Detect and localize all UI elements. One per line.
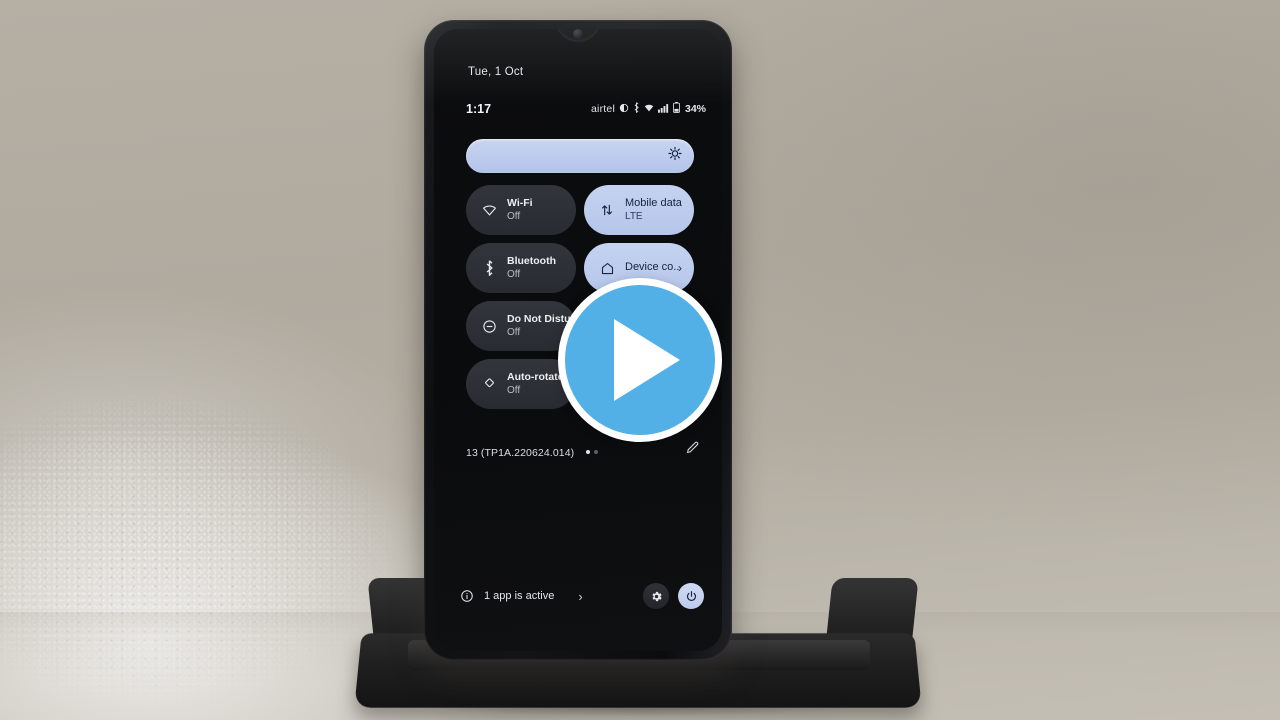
tile-title: Bluetooth <box>507 254 556 267</box>
tile-title: Auto-rotate <box>507 370 564 383</box>
chevron-right-icon[interactable]: › <box>578 589 582 604</box>
tile-labels: Bluetooth Off <box>507 255 556 281</box>
page-dot[interactable] <box>593 450 598 454</box>
page-dot-active[interactable] <box>585 450 590 454</box>
video-frame: Tue, 1 Oct 1:17 airtel 34% Wi-Fi Off Mob… <box>0 0 1280 720</box>
mobile-data-icon <box>598 203 616 217</box>
tile-state: LTE <box>625 211 643 223</box>
tile-title: Device co.. <box>625 261 680 274</box>
tile-state: Off <box>507 211 521 223</box>
bluetooth-icon <box>633 102 640 116</box>
battery-icon <box>673 102 680 116</box>
settings-button[interactable] <box>643 583 669 609</box>
tile-labels: Wi-Fi Off <box>507 197 533 223</box>
tile-bluetooth[interactable]: Bluetooth Off <box>466 243 576 293</box>
tile-labels: Device co.. <box>625 261 679 275</box>
tile-state: Off <box>507 269 521 281</box>
brightness-slider[interactable] <box>466 139 694 173</box>
info-icon <box>460 589 474 603</box>
clock-label: 1:17 <box>466 102 492 116</box>
cellular-signal-icon <box>657 103 669 116</box>
power-button[interactable] <box>678 583 704 609</box>
wifi-icon <box>480 203 498 218</box>
auto-rotate-icon <box>480 377 498 392</box>
chevron-right-icon[interactable]: › <box>678 261 682 275</box>
gear-icon <box>650 590 663 603</box>
power-icon <box>685 590 698 603</box>
battery-percent-label: 34% <box>684 103 706 115</box>
home-icon <box>598 261 616 276</box>
pencil-icon[interactable] <box>685 440 700 460</box>
tile-labels: Mobile data LTE <box>625 197 682 224</box>
brightness-icon <box>668 146 682 166</box>
tile-title: Wi-Fi <box>507 196 533 209</box>
vibrate-icon <box>619 103 629 116</box>
carrier-label: airtel <box>591 103 615 115</box>
qs-footer: 13 (TP1A.220624.014) <box>466 440 700 463</box>
qs-bottom-bar: 1 app is active › <box>460 579 704 613</box>
play-icon <box>614 319 680 401</box>
tile-state: Off <box>507 385 521 397</box>
page-indicator <box>585 450 598 454</box>
do-not-disturb-icon <box>480 319 498 334</box>
play-button-overlay[interactable] <box>558 278 722 442</box>
tile-mobile-data[interactable]: Mobile data LTE <box>584 185 694 235</box>
status-icons-group: airtel 34% <box>591 102 706 116</box>
tile-row: Wi-Fi Off Mobile data LTE <box>466 185 694 235</box>
status-bar: 1:17 airtel 34% <box>466 102 706 118</box>
active-apps-label[interactable]: 1 app is active <box>484 590 554 602</box>
tile-title: Mobile data <box>625 196 682 209</box>
tile-labels: Auto-rotate Off <box>507 371 564 397</box>
wifi-signal-icon <box>644 103 654 116</box>
tile-wifi[interactable]: Wi-Fi Off <box>466 185 576 235</box>
build-number-label: 13 (TP1A.220624.014) <box>466 447 575 459</box>
bluetooth-icon <box>480 260 498 276</box>
date-label: Tue, 1 Oct <box>468 66 524 78</box>
